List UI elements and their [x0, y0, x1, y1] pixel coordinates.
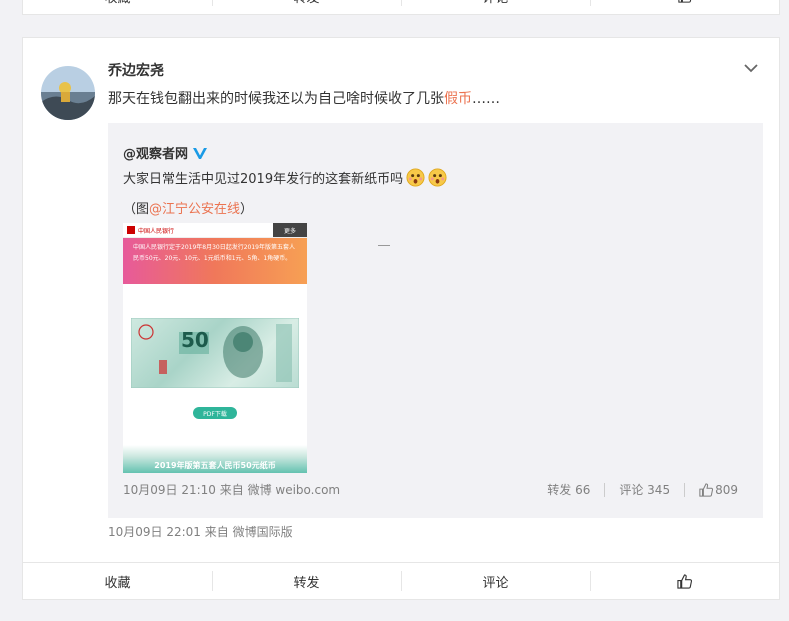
forward-button-top[interactable]: 转发	[212, 0, 401, 14]
thumbnail-notice: 中国人民银行定于2019年8月30日起发行2019年版第五套人民币50元、20元…	[123, 238, 307, 284]
stats-divider	[604, 482, 606, 497]
repost-text-content: 大家日常生活中见过2019年发行的这套新纸币吗	[123, 172, 404, 187]
repost-time[interactable]: 10月09日 21:10	[123, 483, 216, 497]
collect-button-top[interactable]: 收藏	[23, 0, 212, 14]
credit-prefix: （图	[123, 202, 150, 217]
verified-badge-icon	[193, 147, 208, 159]
repost-username[interactable]: @观察者网	[123, 143, 188, 162]
post-meta: 10月09日 22:01 来自 微博国际版	[108, 523, 293, 540]
avatar[interactable]	[41, 66, 95, 120]
pdf-download-button: PDF下载	[193, 407, 237, 419]
thumbnail-caption-band: 2019年版第五套人民币50元纸币	[123, 445, 307, 473]
forward-label: 转发	[293, 0, 319, 6]
post-text-highlight[interactable]: 假币	[444, 91, 472, 107]
thumbnail-bank-name: 中国人民银行	[138, 227, 175, 235]
thumbs-up-icon	[677, 0, 691, 3]
post-action-bar: 收藏 转发 评论	[22, 562, 780, 600]
repost-like-count: 809	[715, 482, 738, 497]
chevron-down-icon[interactable]	[743, 62, 759, 74]
collect-label: 收藏	[104, 0, 130, 6]
repost-source: 来自 微博 weibo.com	[219, 483, 341, 497]
weibo-post-card: 乔边宏尧 那天在钱包翻出来的时候我还以为自己啥时候收了几张假币…… @观察者网 …	[22, 37, 780, 562]
thumbnail-caption: 2019年版第五套人民币50元纸币	[154, 461, 276, 470]
repost-meta: 10月09日 21:10 来自 微博 weibo.com	[123, 481, 340, 498]
repost-forward-count[interactable]: 转发 66	[547, 481, 590, 498]
credit-link[interactable]: @江宁公安在线	[149, 202, 240, 217]
top-action-bar: 收藏 转发 评论	[22, 0, 780, 15]
collect-label: 收藏	[104, 575, 131, 591]
repost-image-thumbnail[interactable]: 中国人民银行 更多 中国人民银行定于2019年8月30日起发行2019年版第五套…	[123, 223, 307, 473]
comment-label: 评论	[482, 0, 508, 6]
post-time[interactable]: 10月09日 22:01	[108, 525, 201, 539]
comment-label: 评论	[482, 575, 509, 591]
repost-stats: 转发 66 评论 345 809	[547, 481, 738, 498]
repost-text: 大家日常生活中见过2019年发行的这套新纸币吗	[123, 168, 447, 187]
credit-suffix: ）	[240, 202, 254, 217]
thumbnail-more: 更多	[273, 223, 307, 237]
forward-label: 转发	[293, 575, 320, 591]
post-text: 那天在钱包翻出来的时候我还以为自己啥时候收了几张假币……	[108, 88, 500, 108]
repost-user: @观察者网	[123, 143, 208, 162]
post-source: 来自 微博国际版	[204, 525, 293, 539]
thumbs-up-icon	[699, 482, 714, 497]
divider-dash	[378, 245, 390, 246]
like-button-top[interactable]	[590, 0, 779, 14]
comment-button[interactable]: 评论	[401, 563, 590, 599]
banknote-image: 50	[130, 317, 300, 389]
forward-button[interactable]: 转发	[212, 563, 401, 599]
reposted-weibo: @观察者网 大家日常生活中见过2019年发行的这套新纸币吗 （图@江宁公安在线）…	[108, 123, 763, 518]
comment-button-top[interactable]: 评论	[401, 0, 590, 14]
thumbs-up-icon	[677, 573, 692, 589]
repost-credit: （图@江宁公安在线）	[123, 198, 253, 217]
thumbnail-body: 50 PDF下载	[123, 284, 307, 434]
surprised-face-icon	[428, 168, 447, 187]
post-text-ellipsis: ……	[472, 91, 500, 107]
thumbnail-header: 中国人民银行 更多	[123, 223, 307, 238]
post-username[interactable]: 乔边宏尧	[108, 60, 164, 80]
collect-button[interactable]: 收藏	[23, 563, 212, 599]
surprised-face-icon	[406, 168, 425, 187]
bank-logo-icon	[127, 226, 135, 234]
repost-like-button[interactable]: 809	[699, 483, 738, 497]
post-text-main: 那天在钱包翻出来的时候我还以为自己啥时候收了几张	[108, 91, 444, 107]
banknote-denomination: 50	[181, 328, 209, 352]
stats-divider	[684, 482, 686, 497]
like-button[interactable]	[590, 563, 779, 599]
repost-comment-count[interactable]: 评论 345	[619, 481, 670, 498]
